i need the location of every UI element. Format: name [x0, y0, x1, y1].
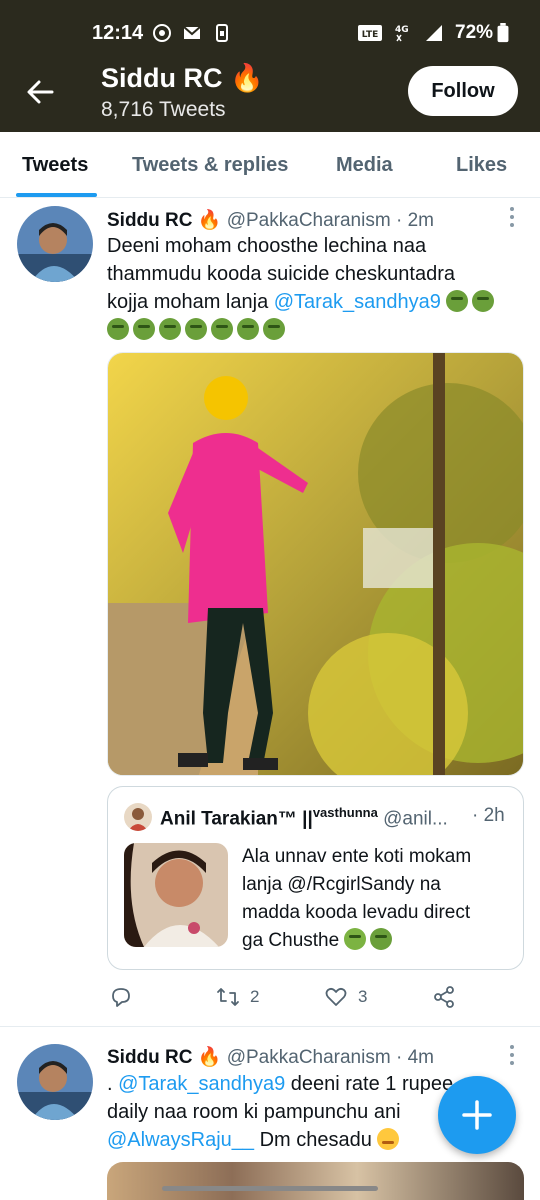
tweet-media-image[interactable]: [107, 1162, 524, 1200]
status-time: 12:14: [92, 22, 144, 44]
heart-icon: [325, 987, 347, 1006]
back-arrow-icon[interactable]: [24, 76, 56, 108]
tab-tweets-replies[interactable]: Tweets & replies: [132, 154, 288, 177]
sick-face-emoji-icon: [133, 318, 155, 340]
author-handle: @PakkaCharanism: [226, 210, 391, 231]
smiling-face-emoji-icon: [377, 1128, 400, 1150]
quoted-tweet-text: Ala unnav ente koti mokam lanja @/Rcgirl…: [242, 843, 512, 955]
more-options-icon[interactable]: [507, 206, 517, 228]
tweet-text-line: thammudu kooda suicide cheskuntadra: [107, 263, 455, 285]
sick-face-emoji-icon: [107, 318, 129, 340]
sick-face-emoji-icon: [370, 928, 393, 950]
svg-text:4G: 4G: [395, 25, 409, 35]
sick-face-emoji-icon: [237, 318, 259, 340]
tweet-text-line: kojja moham lanja @Tarak_sandhya9: [107, 288, 527, 316]
sick-face-emoji-icon: [472, 290, 495, 312]
sick-face-emoji-icon: [446, 290, 469, 312]
plus-icon: [462, 1100, 492, 1130]
home-indicator[interactable]: [162, 1186, 378, 1191]
active-tab-indicator: [16, 193, 97, 197]
quoted-tweet[interactable]: Anil Tarakian™ ||vasthunna @anil... · 2h…: [107, 786, 524, 970]
share-button[interactable]: [432, 982, 456, 1012]
quoted-text-line: Ala unnav ente koti mokam: [242, 846, 472, 867]
status-bar: 12:14 LTE 4G 72%: [0, 0, 540, 62]
tweet-time: · 4m: [395, 1047, 434, 1068]
tweet-actions: 2 3: [107, 982, 487, 1012]
profile-tabs: Tweets Tweets & replies Media Likes: [0, 132, 540, 198]
tab-likes[interactable]: Likes: [456, 154, 507, 177]
author-name[interactable]: Siddu RC 🔥: [107, 210, 221, 231]
tab-media[interactable]: Media: [336, 154, 393, 177]
sim-icon: [216, 24, 228, 42]
reply-icon: [112, 988, 130, 1007]
tab-tweets[interactable]: Tweets: [22, 154, 88, 177]
follow-button[interactable]: Follow: [408, 66, 518, 116]
mention-link[interactable]: @Tarak_sandhya9: [118, 1073, 285, 1095]
mention-link[interactable]: @Tarak_sandhya9: [274, 291, 441, 313]
retweet-count: 2: [250, 987, 260, 1006]
sick-face-emoji-icon: [211, 318, 233, 340]
volte-icon: LTE: [358, 25, 382, 41]
like-count: 3: [358, 987, 368, 1006]
svg-text:LTE: LTE: [362, 30, 379, 40]
profile-name: Siddu RC 🔥: [101, 63, 264, 93]
reply-button[interactable]: [109, 982, 133, 1012]
author-name[interactable]: Siddu RC 🔥: [107, 1047, 221, 1068]
quoted-avatar: [124, 803, 152, 831]
share-icon: [434, 986, 454, 1008]
avatar[interactable]: [17, 206, 93, 282]
tweet-author-line: Siddu RC 🔥 @PakkaCharanism · 4m: [107, 1045, 434, 1069]
battery-icon: [497, 23, 509, 43]
retweet-button[interactable]: 2: [216, 982, 259, 1012]
sick-face-emoji-icon: [159, 318, 181, 340]
nauseated-face-emoji-icon: [344, 928, 367, 950]
sick-face-emoji-icon: [185, 318, 207, 340]
sick-face-emoji-icon: [263, 318, 285, 340]
battery-percent: 72%: [455, 22, 494, 43]
mail-icon: [183, 26, 201, 39]
tweet-count: 8,716 Tweets: [101, 98, 226, 121]
tweet-time: · 2m: [395, 210, 434, 231]
tweet-text-fragment: deeni rate 1 rupee: [285, 1073, 454, 1095]
quoted-text-line: ga Chusthe: [242, 927, 512, 955]
avatar[interactable]: [17, 1044, 93, 1120]
like-button[interactable]: 3: [324, 982, 367, 1012]
more-options-icon[interactable]: [507, 1044, 517, 1066]
tweet-author-line: Siddu RC 🔥 @PakkaCharanism · 2m: [107, 208, 434, 232]
tweet-text: Deeni moham choosthe lechina naa thammud…: [107, 232, 527, 344]
emoji-row: [107, 316, 527, 344]
tweet-text-line: Deeni moham choosthe lechina naa: [107, 235, 427, 257]
signal-icon: [426, 25, 442, 41]
tweet-divider: [0, 1026, 540, 1027]
tweet-text-fragment: .: [107, 1073, 119, 1095]
tweet-text-fragment: Dm chesadu: [254, 1129, 378, 1151]
quoted-author-name-sup: vasthunna: [312, 805, 378, 820]
tweet-media-image[interactable]: [107, 352, 524, 776]
quoted-tweet-time: · 2h: [472, 805, 505, 826]
author-handle: @PakkaCharanism: [226, 1047, 391, 1068]
compose-tweet-button[interactable]: [438, 1076, 516, 1154]
mention-link[interactable]: @AlwaysRaju__: [107, 1129, 254, 1151]
tweet-text-fragment: kojja moham lanja: [107, 291, 274, 313]
whatsapp-icon: [153, 24, 171, 42]
quoted-author-name: Anil Tarakian™ ||: [160, 808, 313, 830]
quoted-author-line: Anil Tarakian™ ||vasthunna @anil...: [160, 805, 448, 830]
profile-header: 12:14 LTE 4G 72% Siddu RC 🔥 8,716 Tweets…: [0, 0, 540, 132]
retweet-icon: [217, 988, 239, 1006]
quoted-text-line: madda kooda levadu direct: [242, 902, 471, 923]
network-4g-icon: 4G: [395, 25, 409, 42]
quoted-author-handle: @anil...: [383, 808, 448, 830]
quoted-text-fragment: ga Chusthe: [242, 930, 340, 951]
quoted-media-image: [124, 843, 228, 947]
quoted-text-line: lanja @/RcgirlSandy na: [242, 874, 441, 895]
